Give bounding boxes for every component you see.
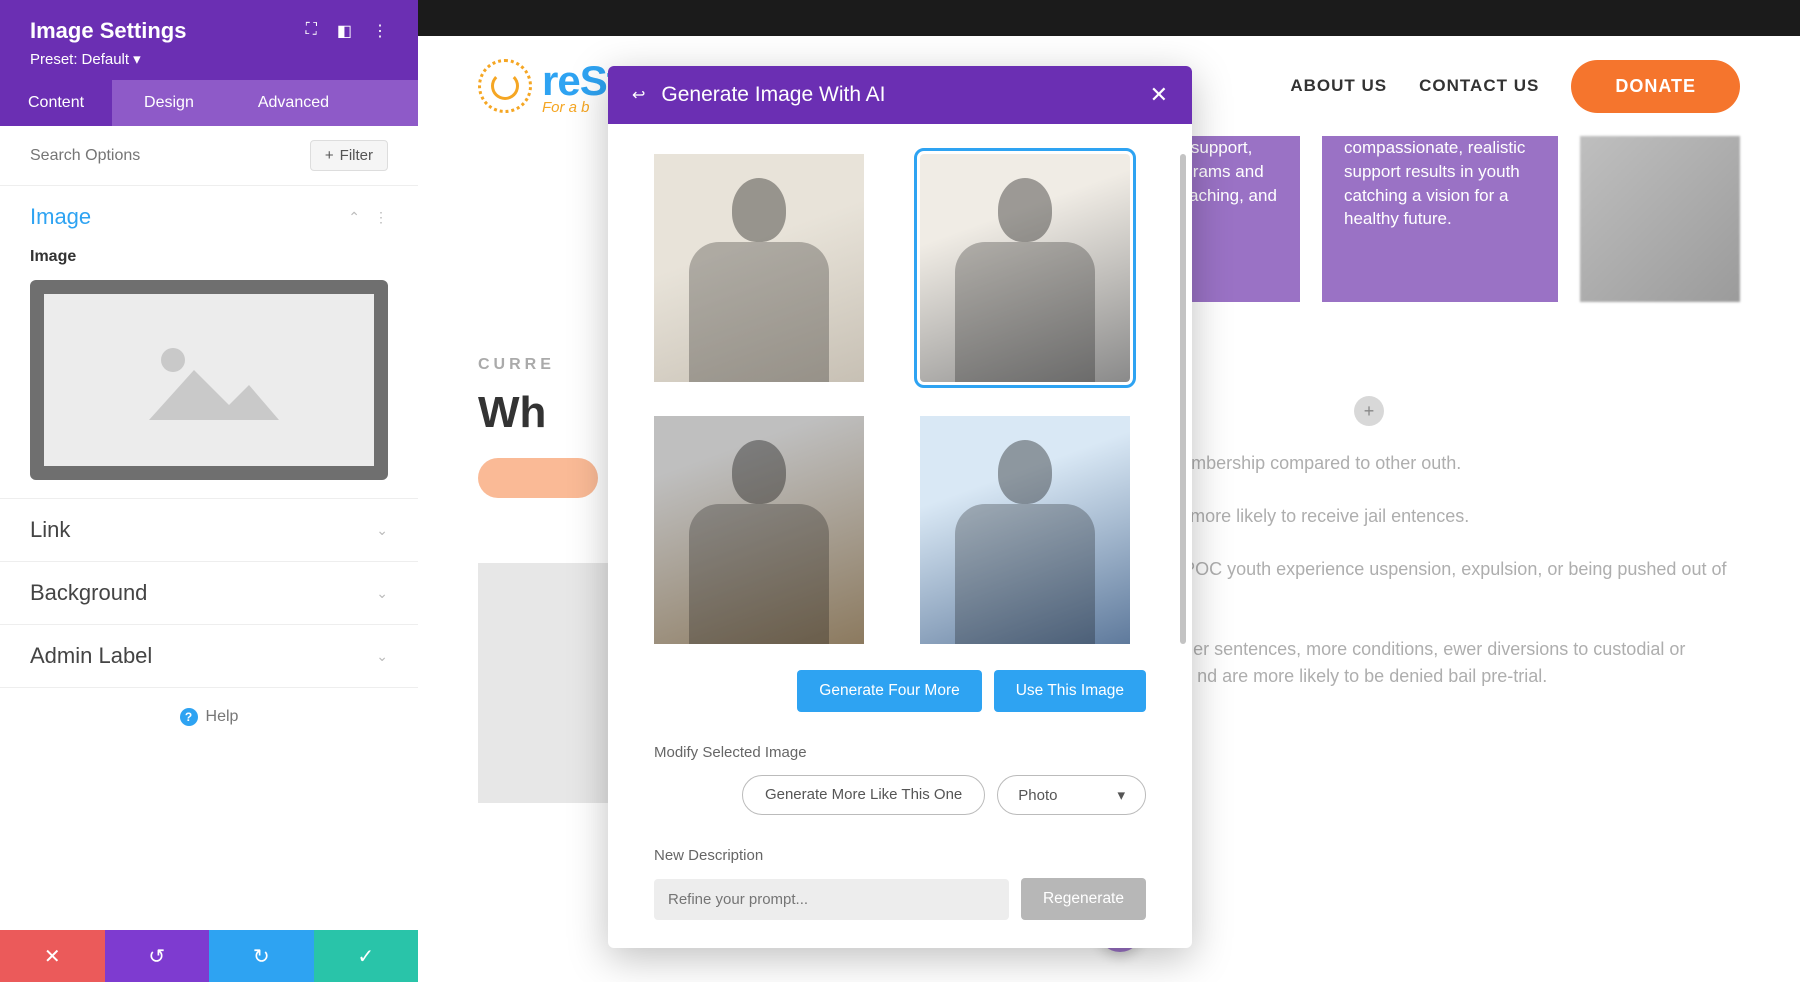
generate-four-more-button[interactable]: Generate Four More [797,670,981,712]
tab-content[interactable]: Content [0,80,112,126]
scrollbar[interactable] [1180,154,1186,644]
settings-sidebar: Image Settings ⛶ ◧ ⋮ Preset: Default ▾ C… [0,0,418,982]
add-section-button[interactable]: + [1354,396,1384,426]
image-field-label: Image [30,248,388,266]
section-link[interactable]: Link ⌄ [0,499,418,562]
filter-label: Filter [340,147,373,164]
help-label: Help [206,708,239,726]
layout-icon[interactable]: ◧ [337,21,352,41]
generated-image-3[interactable] [654,416,864,644]
tab-design[interactable]: Design [112,80,226,126]
ai-image-modal: ↩ Generate Image With AI ✕ Generate Four… [608,66,1192,948]
preset-selector[interactable]: Preset: Default ▾ [30,50,388,68]
sidebar-header: Image Settings ⛶ ◧ ⋮ Preset: Default ▾ [0,0,418,80]
back-icon[interactable]: ↩ [632,85,645,105]
save-button[interactable]: ✓ [314,930,419,982]
placeholder-image-icon [139,330,279,430]
section-image-header[interactable]: Image ⌃ ⋮ [30,204,388,230]
settings-tabs: Content Design Advanced [0,80,418,126]
style-value: Photo [1018,787,1057,804]
redo-button[interactable]: ↻ [209,930,314,982]
generated-image-1[interactable] [654,154,864,382]
plus-icon: + [325,147,334,164]
nav-contact[interactable]: CONTACT US [1419,76,1539,96]
filter-button[interactable]: + Filter [310,140,388,171]
more-icon[interactable]: ⋮ [372,21,388,41]
generate-more-like-button[interactable]: Generate More Like This One [742,775,985,815]
site-topbar [418,0,1800,36]
nav-about[interactable]: ABOUT US [1290,76,1387,96]
preset-label: Preset: [30,51,78,68]
bottom-actions: ✕ ↺ ↻ ✓ [0,930,418,982]
chevron-down-icon: ⌄ [376,585,388,602]
chevron-up-icon: ⌃ [348,209,360,226]
chevron-down-icon: ⌄ [376,648,388,665]
chevron-down-icon: ▾ [1117,786,1125,804]
close-icon[interactable]: ✕ [1150,82,1168,108]
search-input[interactable] [30,147,310,165]
tab-advanced[interactable]: Advanced [226,80,361,126]
help-icon: ? [180,708,198,726]
logo-icon [478,59,532,113]
generated-image-2[interactable] [920,154,1130,382]
preset-value: Default [82,51,130,68]
undo-button[interactable]: ↺ [105,930,210,982]
refine-prompt-input[interactable] [654,879,1009,920]
section-background-title: Background [30,580,147,606]
generated-image-4[interactable] [920,416,1130,644]
info-card-2: compassionate, realistic support results… [1322,136,1558,302]
modify-label: Modify Selected Image [654,744,1146,761]
section-image: Image ⌃ ⋮ Image [0,186,418,499]
section-admin-label-title: Admin Label [30,643,152,669]
section-more-icon[interactable]: ⋮ [374,209,388,226]
focus-icon[interactable]: ⛶ [306,21,317,41]
cancel-button[interactable]: ✕ [0,930,105,982]
image-uploader[interactable] [30,280,388,480]
section-image-title: Image [30,204,91,230]
section-background[interactable]: Background ⌄ [0,562,418,625]
regenerate-button[interactable]: Regenerate [1021,878,1146,920]
style-dropdown[interactable]: Photo ▾ [997,775,1146,815]
modal-header: ↩ Generate Image With AI ✕ [608,66,1192,124]
section-link-title: Link [30,517,70,543]
modal-title: Generate Image With AI [661,83,885,107]
use-this-image-button[interactable]: Use This Image [994,670,1146,712]
help-link[interactable]: ? Help [0,688,418,746]
chevron-down-icon: ▾ [133,50,141,68]
chevron-down-icon: ⌄ [376,522,388,539]
generated-images-grid [654,154,1146,644]
new-description-label: New Description [654,847,1146,864]
cta-button[interactable] [478,458,598,498]
sidebar-title: Image Settings [30,18,186,44]
info-image [1580,136,1740,302]
donate-button[interactable]: DONATE [1571,60,1740,113]
section-admin-label[interactable]: Admin Label ⌄ [0,625,418,688]
